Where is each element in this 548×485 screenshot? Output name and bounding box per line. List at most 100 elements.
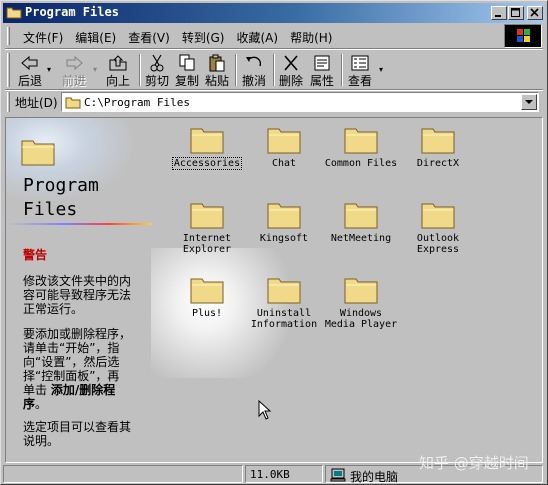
chevron-down-icon [525, 100, 533, 104]
windows-logo-throbber [504, 24, 542, 48]
properties-icon [314, 55, 330, 71]
folder-icon [21, 140, 55, 166]
close-button[interactable] [527, 6, 543, 20]
copy-icon [179, 54, 195, 71]
divider [5, 48, 543, 50]
text-line: 容可能导致程序无法 [23, 288, 132, 302]
toolbar-separator [139, 54, 141, 86]
maximize-icon [511, 8, 520, 17]
status-text-cell [3, 465, 243, 483]
status-size: 11.0KB [250, 468, 290, 481]
folder-item-internet-explorer[interactable]: Internet Explorer [168, 199, 246, 255]
delete-x-icon [284, 55, 298, 71]
folder-label: Media Player [324, 319, 398, 330]
maximize-button[interactable] [508, 6, 524, 20]
forward-arrow-icon [66, 55, 83, 71]
folder-label: Common Files [324, 158, 398, 169]
folder-item-uninstall-information[interactable]: Uninstall Information [245, 274, 323, 330]
text-fragment: 单击 [23, 383, 51, 397]
folder-label: Windows [339, 308, 383, 319]
views-button[interactable]: 查看 [345, 53, 375, 88]
folder-item-accessories[interactable]: Accessories [168, 124, 246, 170]
up-label: 向上 [105, 74, 130, 88]
properties-button[interactable]: 属性 [307, 53, 337, 88]
toolbar-grip [7, 53, 10, 87]
forward-dropdown-icon[interactable]: ▾ [93, 65, 97, 74]
address-bar: 地址(D) C:\Program Files [5, 91, 543, 113]
add-remove-instructions: 要添加或删除程序， 请单击“开始”，指 向“设置”，然后选 择“控制面板”，再 … [23, 327, 143, 411]
folder-item-kingsoft[interactable]: Kingsoft [245, 199, 323, 244]
paste-button[interactable]: 粘贴 [203, 53, 231, 88]
up-button[interactable]: 向上 [103, 53, 133, 88]
cut-button[interactable]: 剪切 [143, 53, 171, 88]
folder-label: NetMeeting [330, 233, 392, 244]
folder-icon [267, 128, 301, 154]
copy-label: 复制 [174, 74, 199, 88]
folder-icon [344, 203, 378, 229]
folder-item-directx[interactable]: DirectX [399, 124, 477, 169]
back-button[interactable]: 后退 [15, 53, 45, 88]
folder-item-common-files[interactable]: Common Files [322, 124, 400, 169]
menu-view[interactable]: 查看(V) [122, 29, 176, 46]
menu-file[interactable]: 文件(F) [17, 29, 69, 46]
explorer-window: Program Files 文件(F) 编辑(E) 查看(V) 转到(G) 收藏… [0, 0, 548, 485]
folder-label: Uninstall [256, 308, 312, 319]
folder-icon [267, 203, 301, 229]
folder-item-chat[interactable]: Chat [245, 124, 323, 169]
undo-button[interactable]: 撤消 [239, 53, 269, 88]
paste-label: 粘贴 [204, 74, 229, 88]
toolbar-separator [341, 54, 343, 86]
folder-icon [190, 203, 224, 229]
select-item-hint: 选定项目可以查看其 说明。 [23, 420, 143, 448]
delete-label: 删除 [278, 74, 303, 88]
folder-title-line: Program [23, 175, 99, 196]
views-icon [351, 55, 369, 71]
menu-go[interactable]: 转到(G) [176, 29, 231, 46]
menu-favorites[interactable]: 收藏(A) [230, 29, 284, 46]
minimize-button[interactable] [491, 6, 507, 20]
cut-label: 剪切 [144, 74, 169, 88]
text-fragment: 。 [35, 397, 48, 411]
folder-icon [65, 97, 81, 109]
folder-label: Information [250, 319, 318, 330]
text-line: 说明。 [23, 434, 60, 448]
folder-label: Chat [271, 158, 297, 169]
clipboard-icon [209, 54, 225, 72]
menu-grip [7, 27, 10, 45]
delete-button[interactable]: 删除 [277, 53, 305, 88]
text-line: 序。 [23, 397, 143, 411]
back-dropdown-icon[interactable]: ▾ [47, 65, 51, 74]
forward-button[interactable]: 前进 [59, 53, 89, 88]
address-input[interactable]: C:\Program Files [61, 92, 539, 112]
address-value: C:\Program Files [84, 96, 190, 109]
views-dropdown-icon[interactable]: ▾ [379, 65, 383, 74]
folder-title-line: Files [23, 199, 78, 220]
folder-label: Kingsoft [259, 233, 309, 244]
folder-icon [190, 278, 224, 304]
back-label: 后退 [17, 74, 42, 88]
folder-label: Explorer [182, 244, 232, 255]
back-arrow-icon [21, 55, 38, 71]
menu-bar: 文件(F) 编辑(E) 查看(V) 转到(G) 收藏(A) 帮助(H) [5, 25, 501, 47]
title-bar[interactable]: Program Files [3, 3, 545, 23]
folder-icon [421, 128, 455, 154]
mouse-pointer-icon [258, 400, 272, 420]
add-remove-programs-link[interactable]: 序 [23, 397, 35, 411]
my-computer-icon [330, 468, 346, 482]
address-label: 地址(D) [15, 96, 58, 110]
folder-item-netmeeting[interactable]: NetMeeting [322, 199, 400, 244]
folder-view[interactable]: Program Files 警告 修改该文件夹中的内 容可能导致程序无法 正常运… [5, 117, 543, 463]
copy-button[interactable]: 复制 [173, 53, 201, 88]
folder-label: Plus! [191, 308, 223, 319]
folder-label: Internet [182, 233, 232, 244]
text-line: 向“设置”，然后选 [23, 355, 120, 369]
folder-item-windows-media-player[interactable]: Windows Media Player [322, 274, 400, 330]
folder-item-outlook-express[interactable]: Outlook Express [399, 199, 477, 255]
menu-help[interactable]: 帮助(H) [284, 29, 338, 46]
menu-edit[interactable]: 编辑(E) [69, 29, 122, 46]
folder-item-plus[interactable]: Plus! [168, 274, 246, 319]
folder-title: Program Files [23, 174, 99, 222]
add-remove-programs-link[interactable]: 添加/删除程 [51, 383, 115, 397]
address-dropdown-button[interactable] [521, 94, 537, 110]
properties-label: 属性 [309, 74, 334, 88]
